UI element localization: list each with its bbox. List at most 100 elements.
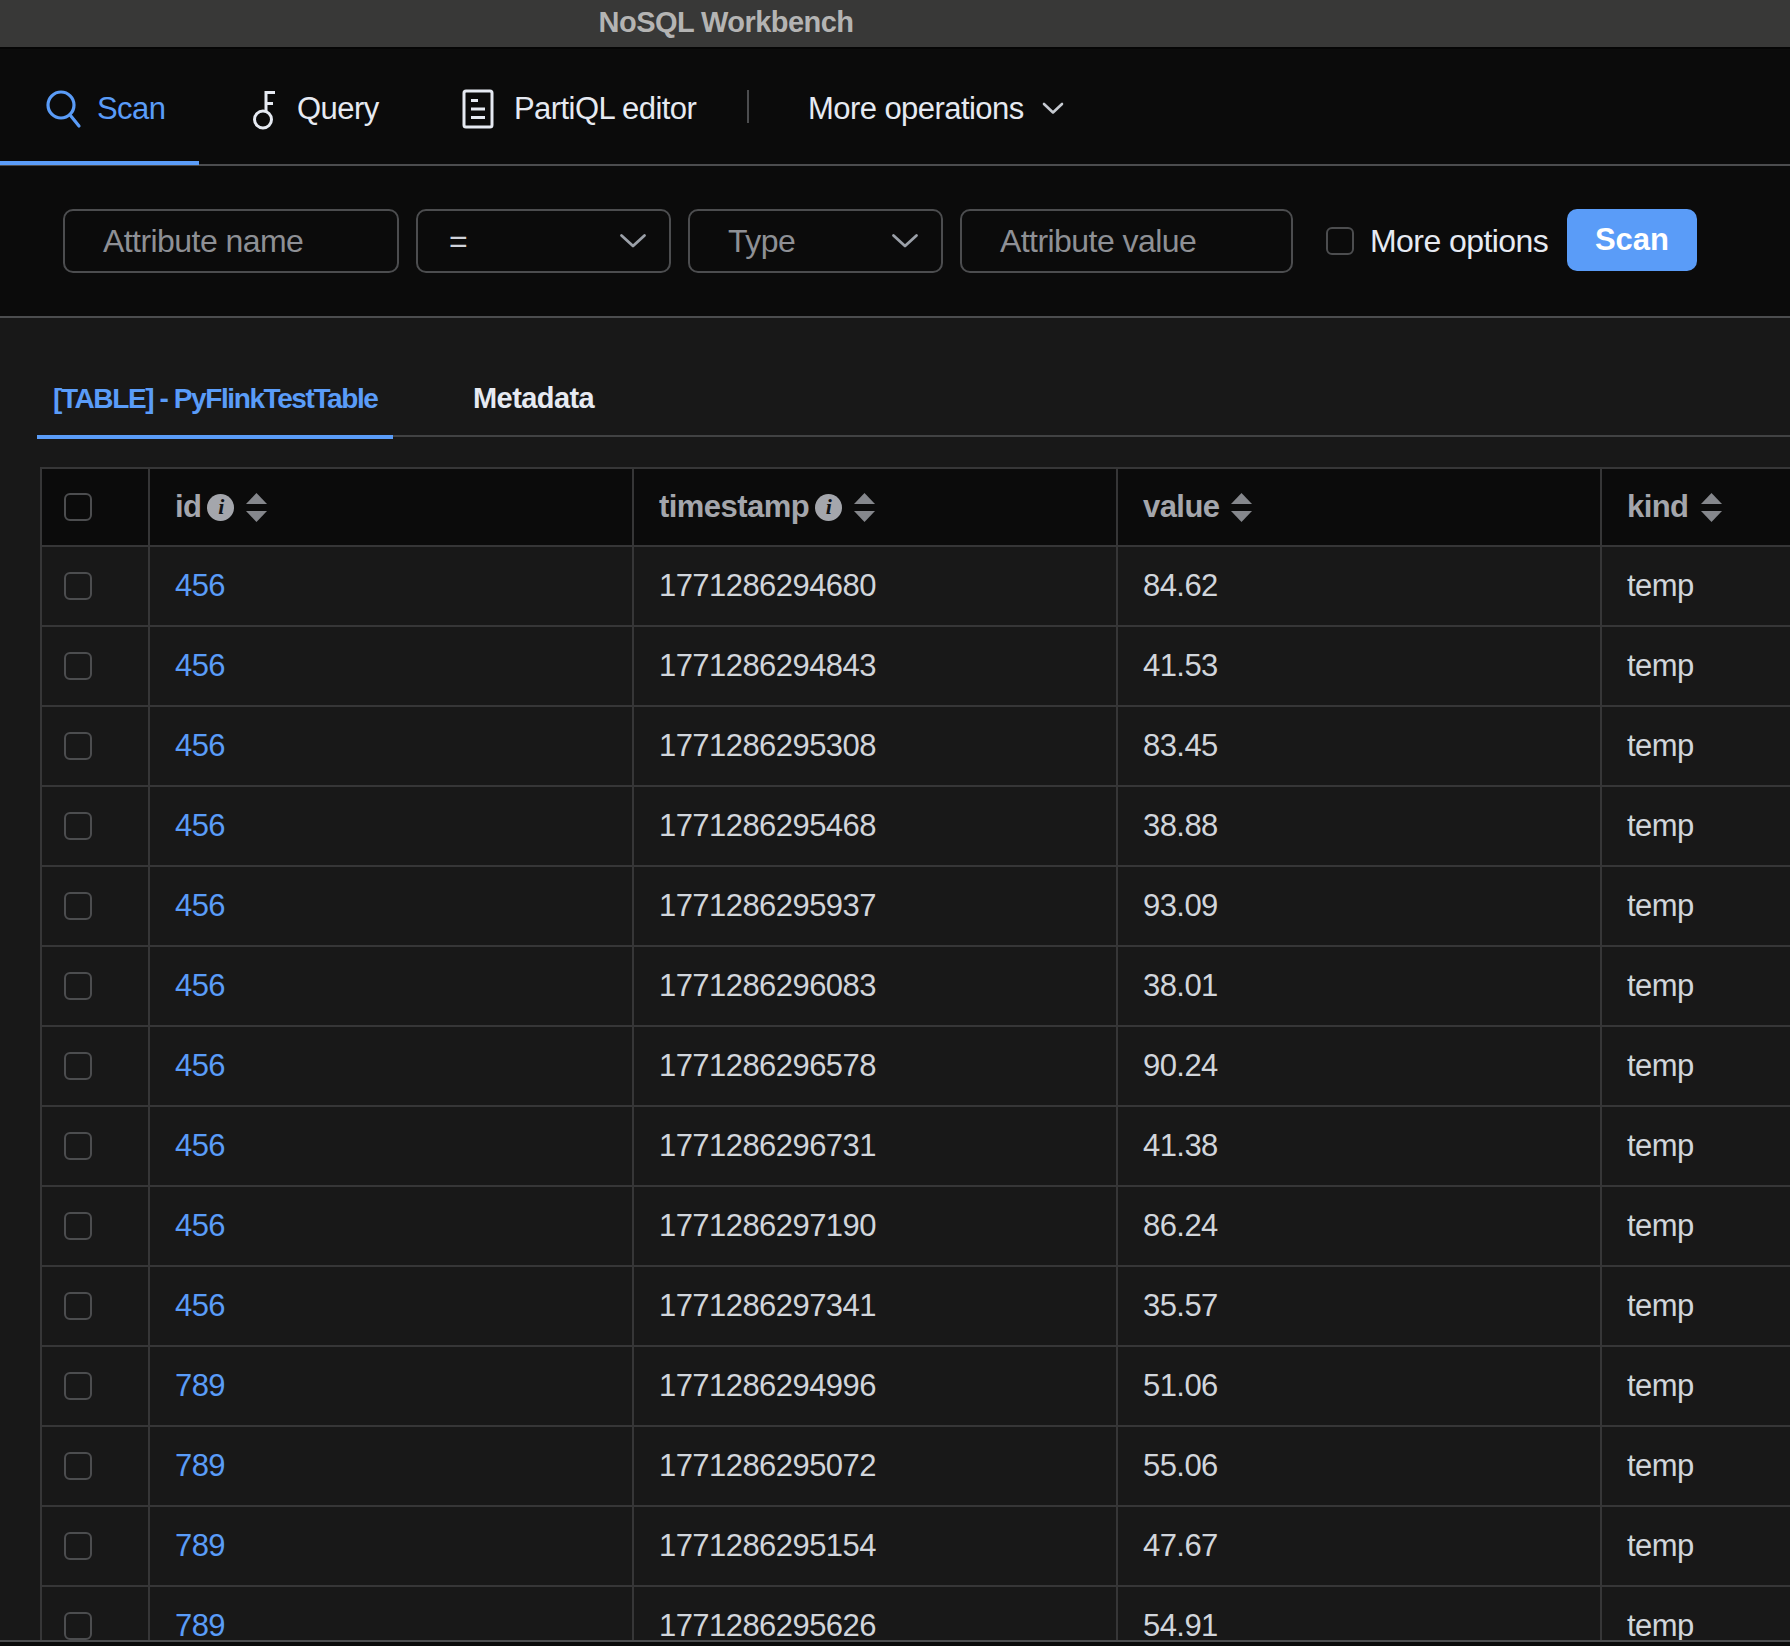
id-link[interactable]: 789	[175, 1448, 225, 1484]
row-checkbox[interactable]	[64, 1052, 92, 1080]
scan-button[interactable]: Scan	[1567, 209, 1697, 271]
app-title: NoSQL Workbench	[599, 6, 854, 39]
cell-timestamp: 1771286296731	[634, 1107, 1118, 1187]
nav-separator	[747, 90, 749, 123]
row-checkbox[interactable]	[64, 652, 92, 680]
row-checkbox[interactable]	[64, 1612, 92, 1640]
row-checkbox[interactable]	[64, 892, 92, 920]
id-link[interactable]: 456	[175, 568, 225, 604]
row-checkbox[interactable]	[64, 812, 92, 840]
cell-kind: temp	[1602, 1267, 1790, 1347]
cell-id: 456	[150, 867, 634, 947]
id-link[interactable]: 789	[175, 1368, 225, 1404]
cell-id: 456	[150, 1267, 634, 1347]
tab-metadata[interactable]: Metadata	[473, 360, 594, 437]
more-operations-menu[interactable]: More operations	[808, 51, 1064, 166]
id-link[interactable]: 456	[175, 1288, 225, 1324]
cell-id: 456	[150, 1107, 634, 1187]
table-row: 456177128629530883.45temp	[42, 707, 1790, 787]
id-link[interactable]: 456	[175, 1048, 225, 1084]
header-cell-kind[interactable]: kind	[1602, 469, 1790, 547]
cell-kind: temp	[1602, 1347, 1790, 1427]
tab-table-pyflinktesttable[interactable]: [TABLE] - PyFlinkTestTable	[53, 360, 378, 437]
row-select-cell	[42, 1267, 150, 1347]
row-select-cell	[42, 1107, 150, 1187]
row-select-cell	[42, 627, 150, 707]
attribute-name-input[interactable]: Attribute name	[63, 209, 399, 273]
row-select-cell	[42, 1587, 150, 1646]
id-link[interactable]: 456	[175, 968, 225, 1004]
row-select-cell	[42, 707, 150, 787]
cell-kind: temp	[1602, 867, 1790, 947]
id-link[interactable]: 456	[175, 648, 225, 684]
sort-icon[interactable]	[852, 492, 877, 523]
id-link[interactable]: 456	[175, 1208, 225, 1244]
row-checkbox[interactable]	[64, 572, 92, 600]
row-checkbox[interactable]	[64, 1452, 92, 1480]
id-link[interactable]: 456	[175, 888, 225, 924]
attribute-value-placeholder: Attribute value	[1000, 223, 1196, 260]
header-label-value: value	[1143, 489, 1219, 525]
table-row: 789177128629562654.91temp	[42, 1587, 1790, 1646]
id-link[interactable]: 789	[175, 1608, 225, 1644]
table-row: 789177128629515447.67temp	[42, 1507, 1790, 1587]
row-checkbox[interactable]	[64, 1292, 92, 1320]
cell-value: 83.45	[1118, 707, 1602, 787]
id-link[interactable]: 789	[175, 1528, 225, 1564]
header-cell-timestamp[interactable]: timestampi	[634, 469, 1118, 547]
id-link[interactable]: 456	[175, 808, 225, 844]
row-checkbox[interactable]	[64, 1372, 92, 1400]
row-checkbox[interactable]	[64, 1132, 92, 1160]
cell-value: 84.62	[1118, 547, 1602, 627]
info-icon[interactable]: i	[207, 494, 234, 521]
table-row: 456177128629673141.38temp	[42, 1107, 1790, 1187]
cell-id: 456	[150, 627, 634, 707]
tab-scan[interactable]: Scan	[0, 51, 199, 166]
table-row: 456177128629657890.24temp	[42, 1027, 1790, 1107]
cell-value: 86.24	[1118, 1187, 1602, 1267]
cell-value: 41.38	[1118, 1107, 1602, 1187]
row-select-cell	[42, 1507, 150, 1587]
type-placeholder: Type	[728, 223, 795, 260]
cell-kind: temp	[1602, 1507, 1790, 1587]
tab-query[interactable]: Query	[214, 51, 379, 166]
row-checkbox[interactable]	[64, 1532, 92, 1560]
select-all-checkbox[interactable]	[64, 493, 92, 521]
id-link[interactable]: 456	[175, 728, 225, 764]
table-row: 456177128629734135.57temp	[42, 1267, 1790, 1347]
results-section: [TABLE] - PyFlinkTestTable Metadata idit…	[0, 316, 1790, 1646]
cell-value: 51.06	[1118, 1347, 1602, 1427]
header-cell-id[interactable]: idi	[150, 469, 634, 547]
row-checkbox[interactable]	[64, 732, 92, 760]
tab-partiql-editor[interactable]: PartiQL editor	[424, 51, 696, 166]
attribute-value-input[interactable]: Attribute value	[960, 209, 1293, 273]
table-body: 456177128629468084.62temp456177128629484…	[42, 547, 1790, 1646]
cell-value: 47.67	[1118, 1507, 1602, 1587]
cell-timestamp: 1771286296578	[634, 1027, 1118, 1107]
chevron-down-icon	[1042, 102, 1064, 115]
row-select-cell	[42, 547, 150, 627]
info-icon[interactable]: i	[815, 494, 842, 521]
header-cell-value[interactable]: value	[1118, 469, 1602, 547]
row-select-cell	[42, 1187, 150, 1267]
cell-id: 789	[150, 1587, 634, 1646]
table-row: 789177128629507255.06temp	[42, 1427, 1790, 1507]
title-bar: NoSQL Workbench	[0, 0, 1790, 49]
attribute-name-placeholder: Attribute name	[103, 223, 303, 260]
row-checkbox[interactable]	[64, 972, 92, 1000]
cell-kind: temp	[1602, 1587, 1790, 1646]
row-select-cell	[42, 1027, 150, 1107]
more-options-checkbox[interactable]	[1326, 227, 1354, 255]
id-link[interactable]: 456	[175, 1128, 225, 1164]
type-select[interactable]: Type	[688, 209, 943, 273]
cell-timestamp: 1771286294680	[634, 547, 1118, 627]
operator-select[interactable]: =	[416, 209, 671, 273]
row-checkbox[interactable]	[64, 1212, 92, 1240]
magnifier-icon	[45, 89, 82, 129]
sort-icon[interactable]	[1229, 492, 1254, 523]
sort-icon[interactable]	[1699, 492, 1724, 523]
cell-timestamp: 1771286297190	[634, 1187, 1118, 1267]
chevron-down-icon	[891, 233, 919, 249]
cell-timestamp: 1771286296083	[634, 947, 1118, 1027]
sort-icon[interactable]	[244, 492, 269, 523]
